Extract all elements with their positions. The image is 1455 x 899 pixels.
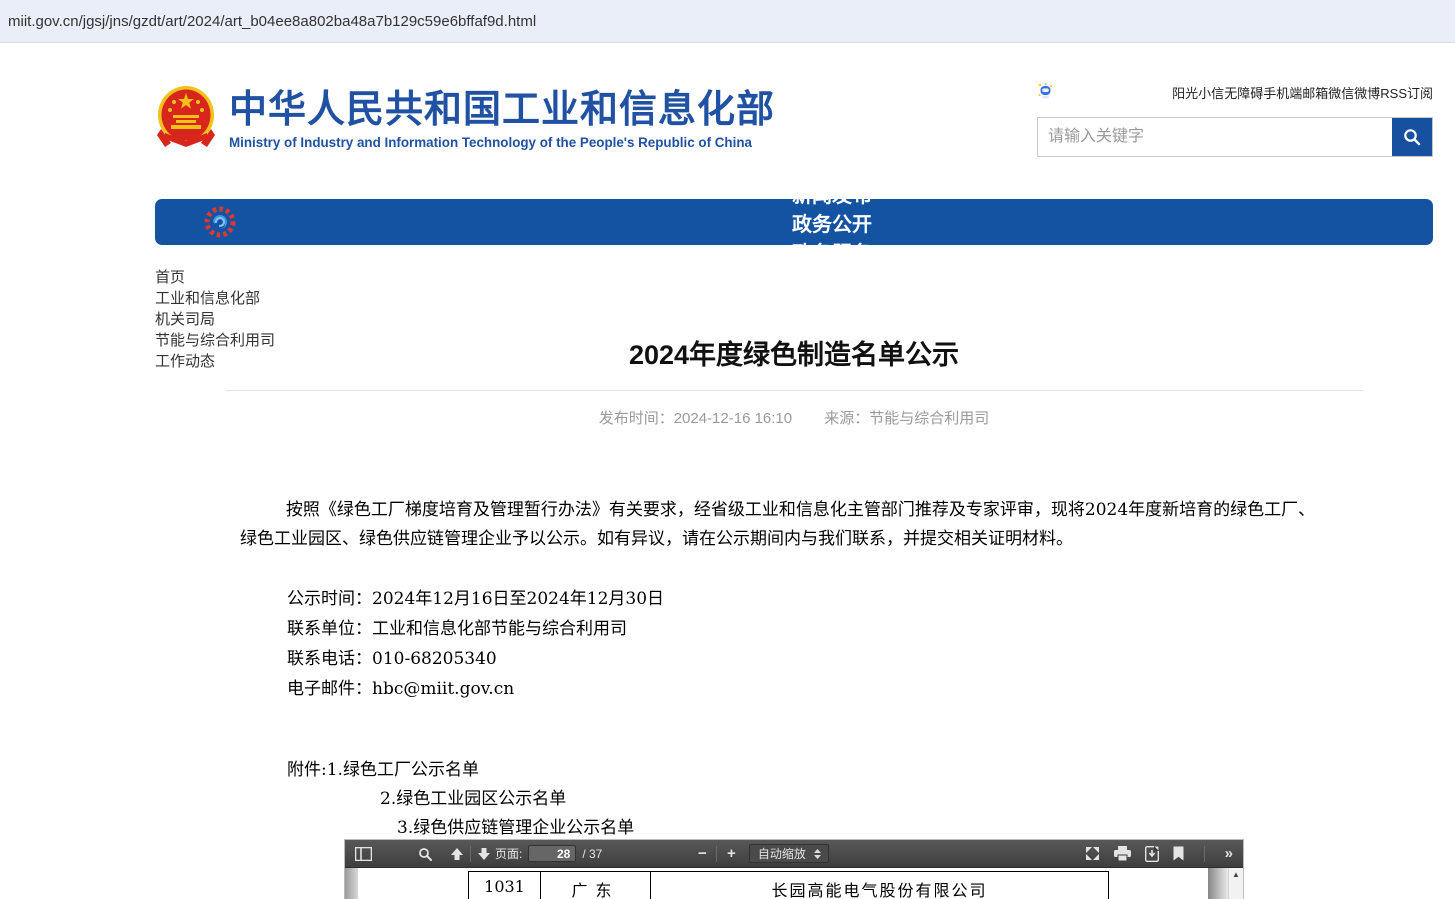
publish-time: 发布时间：2024-12-16 16:10: [599, 410, 792, 427]
table-cell-company: 长园高能电气股份有限公司: [651, 872, 1109, 899]
next-page-icon[interactable]: [477, 847, 491, 861]
nav-item[interactable]: 政务公开: [251, 208, 1413, 237]
zoom-mode-select[interactable]: 自动缩放: [749, 844, 829, 863]
contact-info-line: 联系电话：010-68205340: [287, 644, 1330, 674]
quick-link[interactable]: RSS订阅: [1380, 86, 1433, 101]
quick-link[interactable]: 微信: [1328, 86, 1354, 101]
zoom-mode-value: 自动缩放: [758, 845, 806, 862]
quick-link[interactable]: 邮箱: [1302, 86, 1328, 101]
quick-links: 阳光小信无障碍手机端邮箱微信微博RSS订阅: [1037, 82, 1433, 103]
national-emblem-icon: [157, 85, 215, 155]
contact-info-line: 公示时间：2024年12月16日至2024年12月30日: [287, 584, 1330, 614]
attachment-link[interactable]: 2.绿色工业园区公示名单: [380, 785, 1330, 814]
breadcrumb-item[interactable]: 工业和信息化部: [155, 287, 260, 308]
toolbar-divider: [716, 846, 717, 862]
nav-item[interactable]: 互动交流: [251, 266, 1413, 295]
page-total: / 37: [582, 847, 602, 861]
download-icon[interactable]: [1145, 846, 1159, 862]
pdf-table: 1031 广东 长园高能电气股份有限公司: [468, 871, 1109, 899]
toolbar-divider: [470, 846, 471, 862]
nav-item[interactable]: 首页: [251, 121, 1413, 150]
zoom-in-button[interactable]: +: [723, 845, 739, 862]
print-icon[interactable]: [1114, 846, 1131, 861]
pdf-page-right-shadow: [1208, 868, 1228, 899]
quick-link[interactable]: 微博: [1354, 86, 1380, 101]
article: 2024年度绿色制造名单公示 发布时间：2024-12-16 16:10 来源：…: [155, 340, 1433, 843]
page-label: 页面:: [495, 845, 522, 862]
bookmark-icon[interactable]: [1173, 846, 1184, 861]
attachment-link[interactable]: 3.绿色供应链管理企业公示名单: [397, 814, 1330, 843]
miit-gear-logo-icon: [175, 205, 251, 239]
table-cell-number: 1031: [469, 872, 541, 899]
previous-page-icon[interactable]: [450, 847, 464, 861]
article-source: 来源：节能与综合利用司: [824, 410, 989, 427]
nav-item[interactable]: 组织机构: [251, 150, 1413, 179]
page: miit.gov.cn/jgsj/jns/gzdt/art/2024/art_b…: [0, 0, 1455, 899]
url-text[interactable]: miit.gov.cn/jgsj/jns/gzdt/art/2024/art_b…: [8, 13, 536, 30]
breadcrumb-item[interactable]: 机关司局: [155, 308, 215, 329]
browser-url-bar[interactable]: miit.gov.cn/jgsj/jns/gzdt/art/2024/art_b…: [0, 0, 1455, 43]
breadcrumb-item[interactable]: 首页: [155, 266, 185, 287]
article-title: 2024年度绿色制造名单公示: [155, 340, 1433, 370]
table-row: 1031 广东 长园高能电气股份有限公司: [469, 872, 1109, 899]
table-cell-province: 广东: [541, 872, 651, 899]
zoom-out-button[interactable]: −: [694, 845, 710, 862]
pdf-viewer: 页面: / 37 − + 自动缩放: [345, 840, 1243, 899]
main-nav: 首页组织机构新闻发布政务公开政务服务互动交流工信数据: [155, 199, 1433, 245]
more-tools-button[interactable]: »: [1225, 845, 1233, 862]
article-paragraph: 按照《绿色工厂梯度培育及管理暂行办法》有关要求，经省级工业和信息化主管部门推荐及…: [240, 496, 1330, 554]
nav-item[interactable]: 工信数据: [251, 295, 1413, 324]
nav-item[interactable]: 政务服务: [251, 237, 1413, 266]
contact-info-line: 电子邮件：hbc@miit.gov.cn: [287, 674, 1330, 704]
quick-link[interactable]: 无障碍: [1224, 86, 1263, 101]
presentation-mode-icon[interactable]: [1085, 846, 1100, 861]
attachment-link[interactable]: 附件:1.绿色工厂公示名单: [287, 756, 1330, 785]
robot-icon: [1037, 82, 1054, 103]
quick-link[interactable]: 手机端: [1263, 86, 1302, 101]
title-divider: [225, 390, 1363, 391]
nav-item[interactable]: 新闻发布: [251, 179, 1413, 208]
toolbar-divider: [1204, 846, 1205, 862]
publish-info: 发布时间：2024-12-16 16:10 来源：节能与综合利用司: [155, 407, 1433, 428]
pdf-toolbar: 页面: / 37 − + 自动缩放: [345, 840, 1243, 868]
pdf-page-left-shadow: [345, 868, 358, 899]
select-arrows-icon: [814, 849, 821, 859]
scroll-up-arrow-icon[interactable]: ▲: [1229, 868, 1243, 882]
pdf-search-icon[interactable]: [418, 847, 432, 861]
page-number-input[interactable]: [528, 845, 576, 862]
sidebar-toggle-icon[interactable]: [355, 847, 372, 861]
article-body: 按照《绿色工厂梯度培育及管理暂行办法》有关要求，经省级工业和信息化主管部门推荐及…: [240, 496, 1330, 843]
contact-info-line: 联系单位：工业和信息化部节能与综合利用司: [287, 614, 1330, 644]
quick-link[interactable]: 阳光小信: [1172, 86, 1224, 101]
pdf-scrollbar[interactable]: ▲: [1228, 868, 1243, 899]
pdf-page-area: 1031 广东 长园高能电气股份有限公司 ▲: [345, 868, 1243, 899]
